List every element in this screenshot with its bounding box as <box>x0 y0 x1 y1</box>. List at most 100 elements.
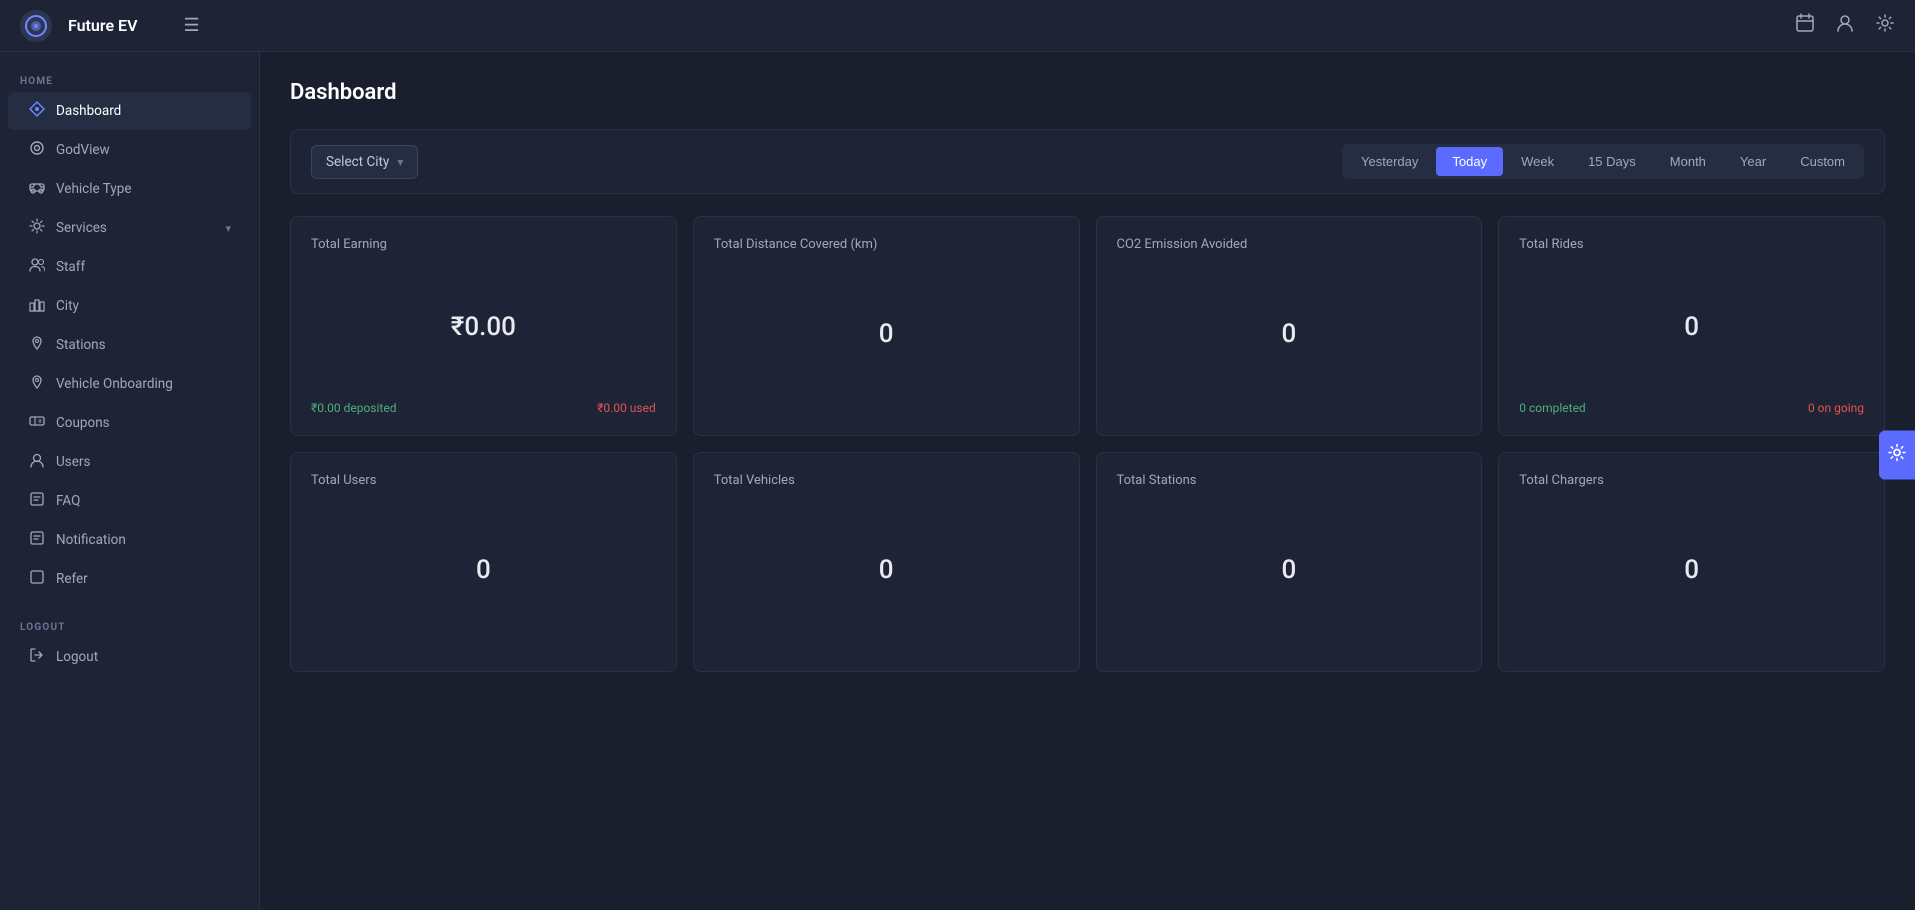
topnav-right <box>1795 13 1895 38</box>
sidebar-item-users-label: Users <box>56 454 231 470</box>
stat-card-total-rides-footer: 0 completed 0 on going <box>1519 401 1864 415</box>
logout-icon <box>28 647 46 667</box>
staff-icon <box>28 257 46 277</box>
sidebar-item-vehicle-onboarding-label: Vehicle Onboarding <box>56 376 231 392</box>
stat-card-total-vehicles-title: Total Vehicles <box>714 473 1059 488</box>
rides-ongoing: 0 on going <box>1808 401 1864 415</box>
stat-card-total-rides-title: Total Rides <box>1519 237 1864 252</box>
stat-card-co2-title: CO2 Emission Avoided <box>1117 237 1462 252</box>
sidebar-item-staff[interactable]: Staff <box>8 248 251 286</box>
time-btn-15days[interactable]: 15 Days <box>1572 147 1652 176</box>
stat-card-total-users-value: 0 <box>311 498 656 641</box>
logo-icon <box>20 10 52 42</box>
sidebar-item-dashboard[interactable]: Dashboard <box>8 92 251 130</box>
sidebar-item-stations[interactable]: Stations <box>8 326 251 364</box>
sidebar-item-faq[interactable]: FAQ <box>8 482 251 520</box>
topnav-left: Future EV ☰ <box>20 10 200 42</box>
user-icon[interactable] <box>1835 13 1855 38</box>
stat-card-total-earning-value: ₹0.00 <box>311 262 656 391</box>
settings-side-button[interactable] <box>1879 431 1915 480</box>
sidebar: HOME Dashboard GodView <box>0 52 260 910</box>
layout: HOME Dashboard GodView <box>0 52 1915 910</box>
sidebar-item-godview-label: GodView <box>56 142 231 158</box>
sidebar-item-refer[interactable]: Refer <box>8 560 251 598</box>
sidebar-item-vehicle-type[interactable]: Vehicle Type <box>8 170 251 208</box>
stat-card-total-rides-value: 0 <box>1519 262 1864 391</box>
stat-card-total-vehicles: Total Vehicles 0 <box>693 452 1080 672</box>
sidebar-item-notification-label: Notification <box>56 532 231 548</box>
stat-card-total-rides: Total Rides 0 0 completed 0 on going <box>1498 216 1885 436</box>
time-btn-custom[interactable]: Custom <box>1784 147 1861 176</box>
sidebar-item-stations-label: Stations <box>56 337 231 353</box>
faq-icon <box>28 491 46 511</box>
sidebar-item-faq-label: FAQ <box>56 493 231 509</box>
sidebar-item-refer-label: Refer <box>56 571 231 587</box>
vehicle-onboarding-icon <box>28 374 46 394</box>
earning-deposited: ₹0.00 deposited <box>311 401 396 415</box>
vehicle-type-icon <box>28 179 46 199</box>
rides-completed: 0 completed <box>1519 401 1585 415</box>
city-select[interactable]: Select City ▾ <box>311 145 418 179</box>
sidebar-item-city-label: City <box>56 298 231 314</box>
stat-card-total-chargers-value: 0 <box>1519 498 1864 641</box>
main-content: Dashboard Select City ▾ Yesterday Today … <box>260 52 1915 910</box>
stat-card-total-chargers-title: Total Chargers <box>1519 473 1864 488</box>
stat-card-total-earning-footer: ₹0.00 deposited ₹0.00 used <box>311 401 656 415</box>
stat-card-total-earning: Total Earning ₹0.00 ₹0.00 deposited ₹0.0… <box>290 216 677 436</box>
refer-icon <box>28 569 46 589</box>
settings-icon[interactable] <box>1875 13 1895 38</box>
sidebar-item-vehicle-onboarding[interactable]: Vehicle Onboarding <box>8 365 251 403</box>
sidebar-item-services[interactable]: Services ▾ <box>8 209 251 247</box>
sidebar-item-users[interactable]: Users <box>8 443 251 481</box>
stat-card-total-users: Total Users 0 <box>290 452 677 672</box>
sidebar-item-notification[interactable]: Notification <box>8 521 251 559</box>
sidebar-item-city[interactable]: City <box>8 287 251 325</box>
sidebar-item-logout[interactable]: Logout <box>8 638 251 676</box>
city-select-label: Select City <box>326 154 389 170</box>
app-name: Future EV <box>68 16 137 35</box>
sidebar-home-label: HOME <box>0 68 259 91</box>
notification-icon <box>28 530 46 550</box>
sidebar-item-services-label: Services <box>56 220 215 236</box>
stat-card-total-distance-title: Total Distance Covered (km) <box>714 237 1059 252</box>
sidebar-item-vehicle-type-label: Vehicle Type <box>56 181 231 197</box>
stat-card-co2: CO2 Emission Avoided 0 <box>1096 216 1483 436</box>
stat-card-total-earning-title: Total Earning <box>311 237 656 252</box>
stat-card-total-chargers: Total Chargers 0 <box>1498 452 1885 672</box>
calendar-icon[interactable] <box>1795 13 1815 38</box>
sidebar-logout-label: LOGOUT <box>0 614 259 637</box>
topnav: Future EV ☰ <box>0 0 1915 52</box>
stat-card-total-stations-value: 0 <box>1117 498 1462 641</box>
time-btn-week[interactable]: Week <box>1505 147 1570 176</box>
coupons-icon <box>28 413 46 433</box>
services-icon <box>28 218 46 238</box>
filter-bar: Select City ▾ Yesterday Today Week 15 Da… <box>290 129 1885 194</box>
sidebar-item-godview[interactable]: GodView <box>8 131 251 169</box>
hamburger-icon[interactable]: ☰ <box>183 15 199 36</box>
time-btn-year[interactable]: Year <box>1724 147 1782 176</box>
stat-card-total-distance: Total Distance Covered (km) 0 <box>693 216 1080 436</box>
godview-icon <box>28 140 46 160</box>
city-icon <box>28 296 46 316</box>
sidebar-item-staff-label: Staff <box>56 259 231 275</box>
time-filters: Yesterday Today Week 15 Days Month Year … <box>1342 144 1864 179</box>
stat-card-total-users-title: Total Users <box>311 473 656 488</box>
page-title: Dashboard <box>290 80 1885 105</box>
sidebar-item-coupons-label: Coupons <box>56 415 231 431</box>
chevron-down-icon: ▾ <box>397 155 403 169</box>
users-icon <box>28 452 46 472</box>
dashboard-icon <box>28 101 46 121</box>
earning-used: ₹0.00 used <box>597 401 656 415</box>
sidebar-item-logout-label: Logout <box>56 649 231 665</box>
services-arrow-icon: ▾ <box>225 222 231 235</box>
stat-card-total-distance-value: 0 <box>714 262 1059 405</box>
time-btn-month[interactable]: Month <box>1654 147 1722 176</box>
stat-card-total-vehicles-value: 0 <box>714 498 1059 641</box>
sidebar-item-coupons[interactable]: Coupons <box>8 404 251 442</box>
stations-icon <box>28 335 46 355</box>
stat-card-total-stations: Total Stations 0 <box>1096 452 1483 672</box>
stat-card-co2-value: 0 <box>1117 262 1462 405</box>
stat-card-total-stations-title: Total Stations <box>1117 473 1462 488</box>
time-btn-today[interactable]: Today <box>1436 147 1503 176</box>
time-btn-yesterday[interactable]: Yesterday <box>1345 147 1434 176</box>
